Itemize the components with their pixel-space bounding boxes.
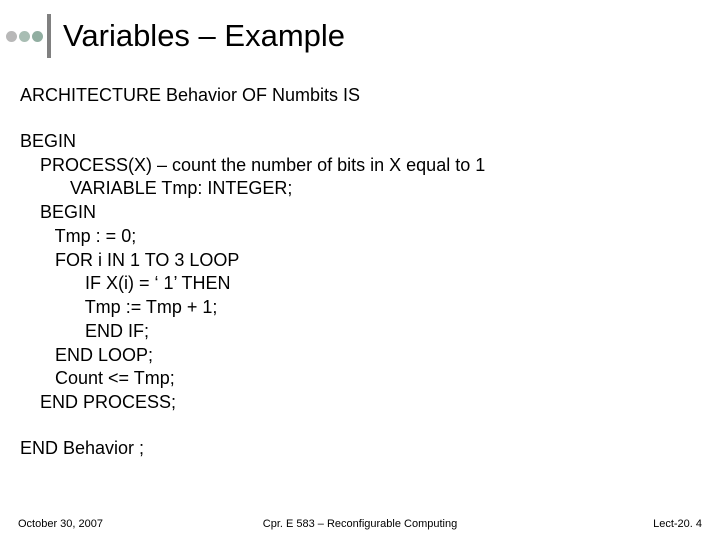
code-line: IF X(i) = ‘ 1’ THEN — [20, 272, 720, 296]
dot-icon — [6, 31, 17, 42]
code-line: BEGIN — [20, 130, 720, 154]
code-line: END PROCESS; — [20, 391, 720, 415]
footer-course: Cpr. E 583 – Reconfigurable Computing — [0, 518, 720, 530]
code-line: Tmp := Tmp + 1; — [20, 296, 720, 320]
code-line: BEGIN — [20, 201, 720, 225]
blank-line — [20, 415, 720, 437]
slide: Variables – Example ARCHITECTURE Behavio… — [0, 0, 720, 540]
slide-footer: October 30, 2007 Cpr. E 583 – Reconfigur… — [0, 518, 720, 530]
code-line: PROCESS(X) – count the number of bits in… — [20, 154, 720, 178]
slide-title: Variables – Example — [63, 18, 345, 54]
title-row: Variables – Example — [0, 0, 720, 58]
dot-icon — [32, 31, 43, 42]
code-line: ARCHITECTURE Behavior OF Numbits IS — [20, 84, 720, 108]
code-line: VARIABLE Tmp: INTEGER; — [20, 177, 720, 201]
code-line: END LOOP; — [20, 344, 720, 368]
dot-icon — [19, 31, 30, 42]
slide-body: ARCHITECTURE Behavior OF Numbits IS BEGI… — [0, 58, 720, 461]
footer-slide-number: Lect-20. 4 — [653, 518, 702, 530]
blank-line — [20, 108, 720, 130]
code-line: Count <= Tmp; — [20, 367, 720, 391]
decorative-dots — [6, 31, 43, 42]
code-line: END Behavior ; — [20, 437, 720, 461]
code-line: FOR i IN 1 TO 3 LOOP — [20, 249, 720, 273]
vertical-bar-icon — [47, 14, 51, 58]
code-line: END IF; — [20, 320, 720, 344]
code-line: Tmp : = 0; — [20, 225, 720, 249]
